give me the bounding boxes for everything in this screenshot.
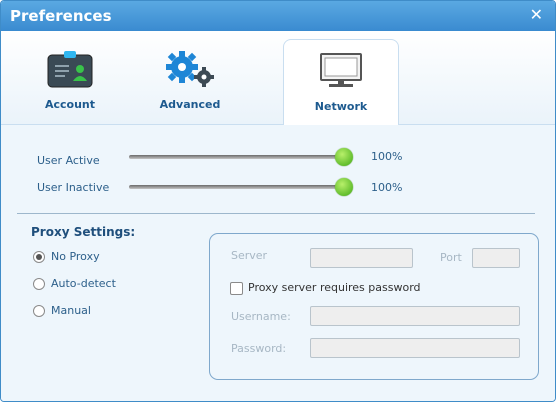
manual-proxy-group: Server Port Proxy server requires passwo… (209, 233, 539, 380)
user-inactive-slider-thumb[interactable] (335, 178, 353, 196)
requires-password-checkbox[interactable] (230, 282, 243, 295)
server-label: Server (231, 249, 268, 262)
radio-auto-detect[interactable] (33, 278, 45, 290)
title-bar: Preferences ✕ (1, 1, 555, 31)
user-active-slider[interactable] (129, 148, 353, 166)
radio-no-proxy-label[interactable]: No Proxy (51, 250, 100, 263)
server-input[interactable] (310, 248, 413, 268)
tab-advanced[interactable]: Advanced (133, 39, 247, 124)
gears-icon (166, 51, 214, 87)
username-input[interactable] (310, 306, 520, 326)
user-active-label: User Active (37, 154, 100, 167)
tab-network[interactable]: Network (283, 39, 399, 126)
password-label: Password: (231, 342, 287, 355)
user-active-slider-thumb[interactable] (335, 148, 353, 166)
password-input[interactable] (310, 338, 520, 358)
tab-account[interactable]: Account (13, 39, 127, 124)
radio-no-proxy[interactable] (33, 251, 45, 263)
radio-manual-label[interactable]: Manual (51, 304, 91, 317)
tab-label: Account (44, 98, 96, 111)
divider (17, 213, 535, 214)
user-inactive-label: User Inactive (37, 181, 110, 194)
user-active-value: 100% (371, 150, 403, 163)
username-label: Username: (231, 310, 291, 323)
network-panel: User Active 100% User Inactive 100% Prox… (1, 125, 555, 401)
user-inactive-slider[interactable] (129, 178, 353, 196)
radio-manual[interactable] (33, 305, 45, 317)
account-icon (47, 51, 93, 88)
port-label: Port (440, 251, 462, 264)
tab-label: Network (314, 100, 368, 113)
radio-auto-detect-label[interactable]: Auto-detect (51, 277, 116, 290)
proxy-settings-title: Proxy Settings: (31, 225, 136, 239)
tab-strip: Account Advanced Network (1, 31, 555, 126)
window-title: Preferences (10, 7, 112, 25)
requires-password-label[interactable]: Proxy server requires password (248, 281, 421, 294)
user-inactive-value: 100% (371, 181, 403, 194)
close-icon[interactable]: ✕ (530, 5, 543, 24)
monitor-icon (320, 53, 362, 87)
preferences-window: Preferences ✕ Account Advanced Network U… (0, 0, 556, 402)
port-input[interactable] (472, 248, 520, 268)
tab-label: Advanced (159, 98, 221, 111)
